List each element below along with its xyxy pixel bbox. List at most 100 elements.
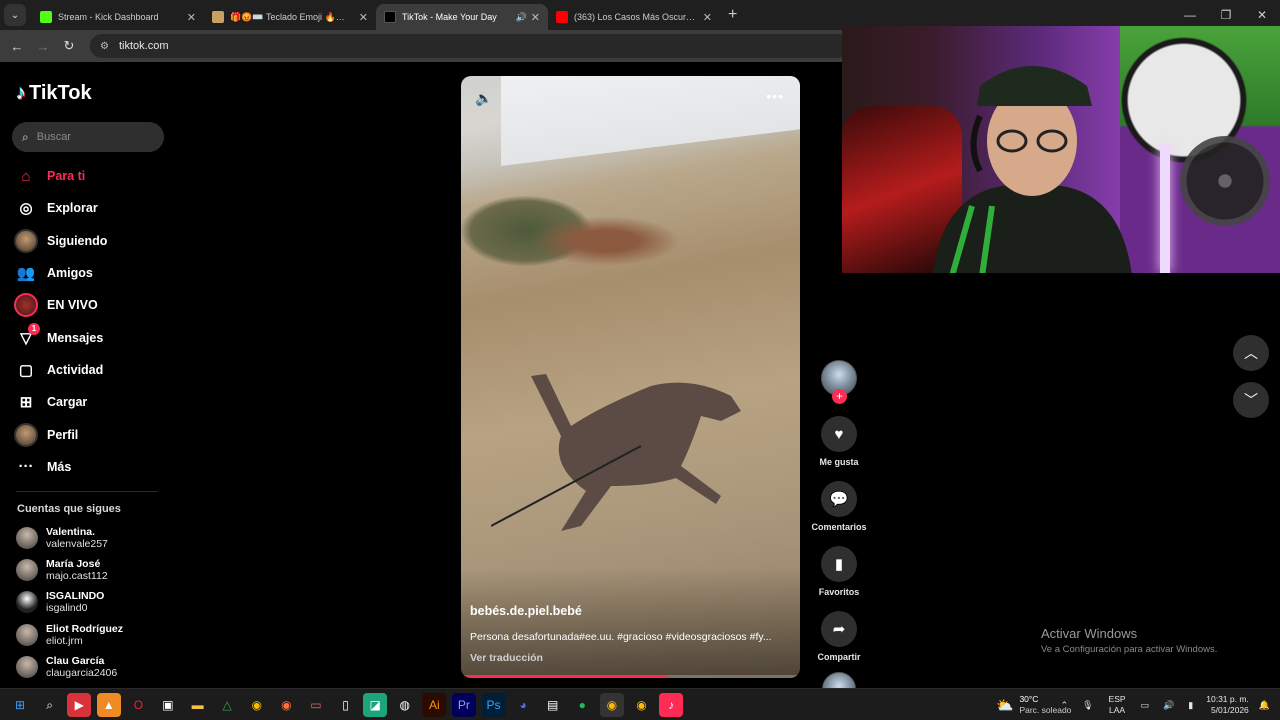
volume-icon[interactable]: 🔈 bbox=[475, 90, 492, 107]
see-translation-link[interactable]: Ver traducción bbox=[470, 652, 543, 664]
nav-label: Amigos bbox=[47, 266, 93, 281]
opera-icon[interactable]: O bbox=[126, 693, 150, 717]
firefox-icon[interactable]: ◉ bbox=[274, 693, 298, 717]
more-options-icon[interactable]: ••• bbox=[766, 88, 784, 104]
tab-youtube[interactable]: (363) Los Casos Más Oscuros De F ✕ bbox=[548, 4, 720, 30]
nav-item-mas[interactable]: ··· Más bbox=[14, 451, 174, 483]
nav-item-actividad[interactable]: ▢ Actividad bbox=[14, 354, 174, 386]
store-icon[interactable]: ▣ bbox=[156, 693, 180, 717]
nav-item-siguiendo[interactable]: Siguiendo bbox=[14, 225, 174, 257]
illustrator-icon[interactable]: Ai bbox=[422, 693, 447, 717]
following-handle: eliot.jrm bbox=[46, 634, 83, 647]
webcam-overlay bbox=[842, 26, 1280, 273]
nav-item-amigos[interactable]: 👥 Amigos bbox=[14, 257, 174, 289]
avatar bbox=[16, 559, 38, 582]
chrome-profile2-icon[interactable]: ◉ bbox=[629, 693, 653, 717]
media-app-icon[interactable]: ▶ bbox=[67, 693, 92, 717]
taskbar-apps: ⊞ ⌕ ▶ ▲ O ▣ ▬ △ ◉ ◉ ▭ ▯ ◪ ◍ Ai Pr Ps ◕ ▤… bbox=[8, 693, 689, 717]
new-tab-button[interactable]: + bbox=[728, 6, 737, 24]
tiktok-logo[interactable]: ♪ TikTok bbox=[16, 82, 92, 105]
profile-avatar-icon bbox=[14, 422, 38, 447]
premiere-icon[interactable]: Pr bbox=[451, 693, 476, 717]
more-icon: ··· bbox=[18, 458, 34, 476]
vlc-icon[interactable]: ▲ bbox=[96, 693, 121, 717]
previous-video-button[interactable]: ︿ bbox=[1233, 335, 1269, 371]
nav-item-perfil[interactable]: Perfil bbox=[14, 418, 174, 450]
nav-label: Perfil bbox=[47, 427, 79, 442]
tab-teclado-emoji[interactable]: 🎁😡⌨️ Teclado Emoji 🔥🎁 3953 🔴 ✕ bbox=[204, 4, 376, 30]
tab-kick-dashboard[interactable]: Stream - Kick Dashboard ✕ bbox=[32, 4, 204, 30]
nav-item-explorar[interactable]: ◎ Explorar bbox=[14, 192, 174, 224]
site-info-icon[interactable]: ⚙ bbox=[100, 41, 109, 52]
green-app-icon[interactable]: ◪ bbox=[363, 693, 388, 717]
document-icon[interactable]: ▯ bbox=[334, 693, 358, 717]
clock[interactable]: 10:31 p. m. 5/01/2026 bbox=[1206, 694, 1249, 716]
nav-item-en-vivo[interactable]: EN VIVO bbox=[14, 289, 174, 321]
notifications-icon[interactable]: 🔔 bbox=[1259, 700, 1270, 711]
screen: ⌄ Stream - Kick Dashboard ✕ 🎁😡⌨️ Teclado… bbox=[0, 0, 1280, 720]
like-button[interactable]: ♥ Me gusta bbox=[810, 416, 868, 467]
favorites-button[interactable]: ▮ Favoritos bbox=[810, 546, 868, 597]
start-icon[interactable]: ⊞ bbox=[8, 693, 32, 717]
next-video-button[interactable]: ﹀ bbox=[1233, 382, 1269, 418]
following-handle: majo.cast112 bbox=[46, 570, 108, 583]
discord-icon[interactable]: ◕ bbox=[511, 693, 535, 717]
battery-icon[interactable]: ▮ bbox=[1188, 700, 1193, 711]
kick-icon bbox=[40, 11, 52, 23]
following-name: Eliot Rodríguez bbox=[46, 622, 123, 635]
language-indicator[interactable]: ESP LAA bbox=[1109, 694, 1126, 716]
terminal-icon[interactable]: ▤ bbox=[541, 693, 565, 717]
network-icon[interactable]: ▭ bbox=[1141, 700, 1150, 711]
tab-tiktok[interactable]: TikTok - Make Your Day 🔊 ✕ bbox=[376, 4, 548, 30]
url-field[interactable]: ⚙ tiktok.com bbox=[90, 34, 850, 58]
capture-icon[interactable]: ◍ bbox=[393, 693, 417, 717]
nav-item-mensajes[interactable]: ▽ 1 Mensajes bbox=[14, 321, 174, 353]
close-tab-icon[interactable]: ✕ bbox=[187, 11, 196, 24]
chevron-up-icon[interactable]: ⌃ bbox=[1061, 700, 1069, 711]
chrome-icon[interactable]: ◉ bbox=[245, 693, 269, 717]
video-dog-figure bbox=[491, 374, 741, 531]
speaker-icon[interactable]: 🔊 bbox=[516, 12, 527, 23]
creator-avatar[interactable]: + bbox=[821, 360, 857, 404]
search-input[interactable]: ⌕ Buscar bbox=[12, 122, 164, 152]
video-actions: + ♥ Me gusta 💬 Comentarios ▮ Favoritos ➦… bbox=[810, 360, 868, 706]
app-icon[interactable]: ▭ bbox=[304, 693, 328, 717]
back-icon[interactable]: ← bbox=[4, 39, 30, 54]
nav-label: EN VIVO bbox=[47, 298, 98, 313]
nav-item-cargar[interactable]: ⊞ Cargar bbox=[14, 386, 174, 418]
comments-button[interactable]: 💬 Comentarios bbox=[810, 481, 868, 532]
follow-plus-icon[interactable]: + bbox=[832, 389, 847, 404]
following-item[interactable]: Eliot Rodríguez eliot.jrm bbox=[16, 619, 176, 651]
chrome-profile-icon[interactable]: ◉ bbox=[599, 693, 624, 717]
video-description[interactable]: Persona desafortunada#ee.uu. #gracioso #… bbox=[470, 631, 792, 643]
url-text: tiktok.com bbox=[118, 40, 169, 52]
close-tab-icon[interactable]: ✕ bbox=[359, 11, 368, 24]
video-scene-wall bbox=[501, 76, 800, 167]
nav-item-para-ti[interactable]: ⌂ Para ti bbox=[14, 160, 174, 192]
forward-icon[interactable]: → bbox=[30, 39, 56, 54]
webcam-light-bar bbox=[1160, 146, 1170, 273]
following-item[interactable]: María José majo.cast112 bbox=[16, 554, 176, 586]
lang-top: ESP bbox=[1108, 694, 1126, 704]
spotify-icon[interactable]: ● bbox=[570, 693, 594, 717]
video-author[interactable]: bebés.de.piel.bebé bbox=[470, 604, 582, 618]
file-explorer-icon[interactable]: ▬ bbox=[186, 693, 210, 717]
close-tab-icon[interactable]: ✕ bbox=[703, 11, 712, 24]
share-button[interactable]: ➦ Compartir bbox=[810, 611, 868, 662]
video-player[interactable]: 🔈 ••• bebés.de.piel.bebé Persona desafor… bbox=[461, 76, 800, 678]
main-nav: ⌂ Para ti ◎ Explorar Siguiendo 👥 Amigos … bbox=[14, 160, 174, 483]
search-icon[interactable]: ⌕ bbox=[38, 693, 62, 717]
volume-icon[interactable]: 🔊 bbox=[1163, 700, 1174, 711]
tab-search-button[interactable]: ⌄ bbox=[4, 4, 26, 26]
close-tab-icon[interactable]: ✕ bbox=[531, 11, 540, 24]
photoshop-icon[interactable]: Ps bbox=[481, 693, 506, 717]
drive-icon[interactable]: △ bbox=[215, 693, 239, 717]
messages-icon: ▽ 1 bbox=[14, 322, 40, 350]
following-item[interactable]: Valentina. valenvale257 bbox=[16, 522, 176, 554]
tiktok-taskbar-icon[interactable]: ♪ bbox=[659, 693, 684, 717]
reload-icon[interactable]: ↻ bbox=[56, 38, 82, 54]
microphone-icon[interactable]: 🎙 bbox=[1082, 700, 1093, 711]
following-item[interactable]: ISGALINDO isgalind0 bbox=[16, 586, 176, 618]
following-item[interactable]: Clau García claugarcia2406 bbox=[16, 651, 176, 683]
video-progress-bar[interactable] bbox=[461, 675, 800, 678]
